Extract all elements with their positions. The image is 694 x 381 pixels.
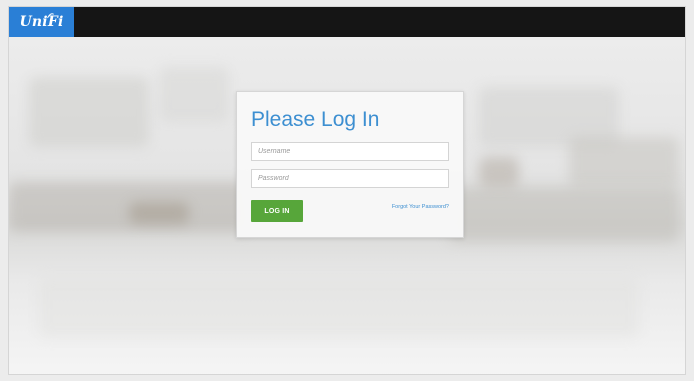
password-input[interactable] xyxy=(251,169,449,188)
wifi-arc-icon xyxy=(47,13,54,19)
forgot-password-link[interactable]: Forgot Your Password? xyxy=(392,204,449,210)
login-panel: Please Log In LOG IN Forgot Your Passwor… xyxy=(236,91,464,238)
logo-text: UniFi xyxy=(19,14,64,30)
unifi-logo[interactable]: UniFi xyxy=(9,7,74,37)
login-title: Please Log In xyxy=(251,108,380,131)
username-input[interactable] xyxy=(251,142,449,161)
login-button[interactable]: LOG IN xyxy=(251,200,303,222)
top-bar: UniFi xyxy=(9,7,685,37)
app-window: UniFi Please Log In LOG IN Forgot Your P… xyxy=(8,6,686,375)
